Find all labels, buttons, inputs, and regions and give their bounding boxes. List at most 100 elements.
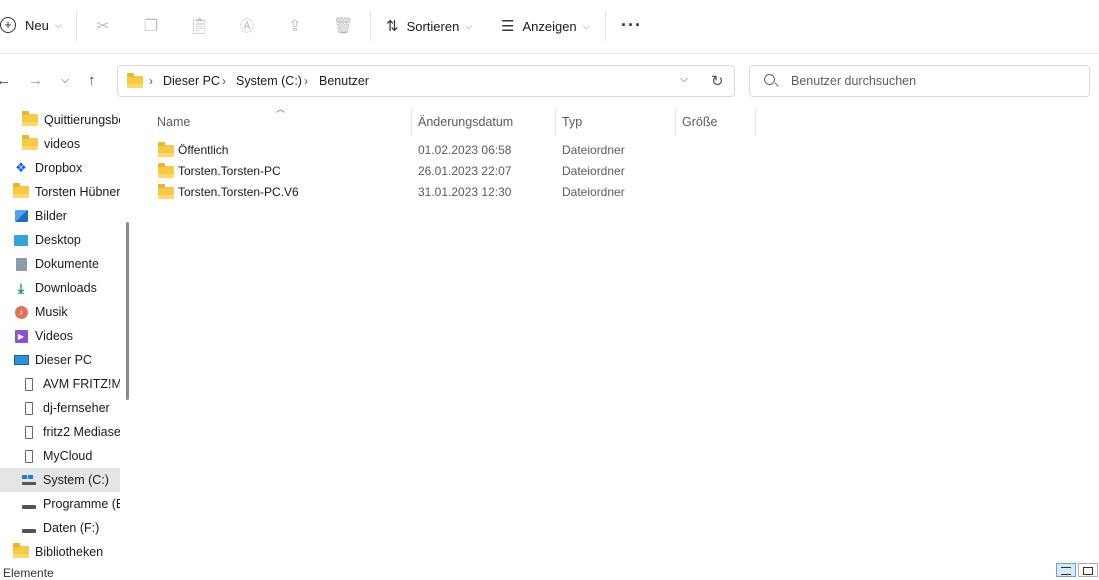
table-row[interactable]: Öffentlich 01.02.2023 06:58 Dateiordner	[135, 140, 1099, 161]
file-type: Dateiordner	[562, 143, 625, 157]
new-button[interactable]: + Neu ⌵	[0, 17, 62, 33]
view-button[interactable]: ☰ Anzeigen ⌵	[501, 17, 590, 35]
file-name: Torsten.Torsten-PC	[178, 164, 281, 178]
sidebar-item-torsten-huebner[interactable]: Torsten Hübner	[0, 180, 120, 204]
sidebar-item-videos-folder[interactable]: videos	[0, 132, 120, 156]
more-dots-icon: ···	[621, 15, 642, 35]
sidebar-item-label: Torsten Hübner	[35, 185, 120, 199]
scissors-icon: ✂	[96, 18, 110, 35]
table-row[interactable]: Torsten.Torsten-PC.V6 31.01.2023 12:30 D…	[135, 182, 1099, 203]
paste-button[interactable]: 📋︎	[189, 16, 209, 36]
address-dropdown-chevron-icon[interactable]: ⌵	[680, 73, 688, 86]
sidebar-item-label: Videos	[35, 329, 73, 343]
sidebar-item-dropbox[interactable]: ❖ Dropbox	[0, 156, 120, 180]
file-type: Dateiordner	[562, 185, 625, 199]
sort-arrows-icon: ⇅	[386, 18, 399, 35]
sidebar-item-label: Musik	[35, 305, 68, 319]
column-divider[interactable]	[411, 108, 412, 136]
toolbar-divider	[605, 11, 606, 41]
music-icon: ♪	[13, 304, 29, 320]
breadcrumb-system-c[interactable]: System (C:)	[236, 74, 302, 88]
sidebar-item-label: dj-fernseher	[43, 401, 110, 415]
copy-button[interactable]: ❐	[141, 16, 161, 36]
details-view-icon	[1061, 567, 1071, 575]
sort-label: Sortieren	[406, 18, 460, 34]
forward-arrow-icon[interactable]: →	[28, 72, 43, 89]
column-divider[interactable]	[555, 108, 556, 136]
sort-button[interactable]: ⇅ Sortieren ⌵	[386, 17, 472, 35]
sidebar-item-bilder[interactable]: Bilder	[0, 204, 120, 228]
sidebar-item-avm-fritz[interactable]: AVM FRITZ!Me	[0, 372, 120, 396]
folder-icon	[13, 543, 29, 560]
sidebar-item-programme[interactable]: Programme (E	[0, 492, 120, 516]
column-divider[interactable]	[675, 108, 676, 136]
sidebar-item-fritz2-mediaserver[interactable]: fritz2 Mediaser	[0, 420, 120, 444]
folder-icon	[158, 184, 174, 199]
sidebar-item-musik[interactable]: ♪ Musik	[0, 300, 120, 324]
navigation-pane: Quittierungsbe videos ❖ Dropbox Torsten …	[0, 108, 120, 568]
search-icon-handle	[774, 82, 779, 87]
tiles-view-button[interactable]	[1078, 563, 1098, 577]
new-label: Neu	[25, 17, 49, 33]
videos-icon: ▶	[13, 328, 29, 344]
sidebar-item-desktop[interactable]: Desktop	[0, 228, 120, 252]
folder-icon	[22, 135, 38, 152]
chevron-down-icon: ⌵	[465, 20, 473, 31]
chevron-down-icon: ⌵	[582, 20, 590, 31]
breadcrumb-dieser-pc[interactable]: Dieser PC	[163, 74, 220, 88]
column-divider[interactable]	[755, 108, 756, 136]
column-header-name[interactable]: Name	[157, 108, 190, 136]
file-name: Öffentlich	[178, 143, 229, 157]
up-arrow-icon[interactable]: ↑	[88, 72, 96, 89]
delete-button[interactable]: 🗑︎	[333, 16, 353, 36]
sidebar-item-label: MyCloud	[43, 449, 93, 463]
column-header-type[interactable]: Typ	[562, 108, 582, 136]
table-row[interactable]: Torsten.Torsten-PC 26.01.2023 22:07 Date…	[135, 161, 1099, 182]
sidebar-item-dokumente[interactable]: Dokumente	[0, 252, 120, 276]
sidebar-item-system-c[interactable]: System (C:)	[0, 468, 120, 492]
refresh-icon[interactable]: ↻	[711, 72, 724, 90]
file-name: Torsten.Torsten-PC.V6	[178, 185, 299, 199]
tiles-view-icon	[1083, 567, 1093, 575]
cut-button[interactable]: ✂	[93, 16, 113, 36]
sidebar-item-daten-f[interactable]: Daten (F:)	[0, 516, 120, 540]
sidebar-item-label: Daten (F:)	[43, 521, 100, 535]
sidebar-item-dieser-pc[interactable]: Dieser PC	[0, 348, 120, 372]
more-options-button[interactable]: ···	[621, 15, 642, 36]
address-bar[interactable]: › Dieser PC › System (C:) › Benutzer ⌵ ↻	[117, 65, 735, 97]
sidebar-item-label: System (C:)	[43, 473, 109, 487]
rename-icon: Ⓐ	[240, 18, 254, 34]
sidebar-item-dj-fernseher[interactable]: dj-fernseher	[0, 396, 120, 420]
breadcrumb-benutzer[interactable]: Benutzer	[319, 74, 369, 88]
breadcrumb-separator-icon: ›	[304, 74, 308, 88]
drive-icon	[21, 496, 37, 512]
details-view-button[interactable]	[1056, 563, 1076, 577]
back-arrow-icon[interactable]: ←	[0, 72, 11, 89]
search-box[interactable]: Benutzer durchsuchen	[749, 65, 1090, 97]
sidebar-item-downloads[interactable]: ⤓ Downloads	[0, 276, 120, 300]
sidebar-item-label: Downloads	[35, 281, 97, 295]
windows-drive-icon	[21, 472, 37, 488]
sidebar-scrollbar[interactable]	[126, 222, 129, 400]
rename-button[interactable]: Ⓐ	[237, 16, 257, 36]
clipboard-icon: 📋︎	[189, 18, 210, 35]
share-button[interactable]: ⇪	[285, 16, 305, 36]
media-server-icon	[21, 376, 37, 392]
file-type: Dateiordner	[562, 164, 625, 178]
search-placeholder[interactable]: Benutzer durchsuchen	[791, 74, 916, 88]
share-icon: ⇪	[288, 18, 302, 35]
column-header-date[interactable]: Änderungsdatum	[418, 108, 513, 136]
sidebar-item-quittierungsbe[interactable]: Quittierungsbe	[0, 108, 120, 132]
sidebar-item-mycloud[interactable]: MyCloud	[0, 444, 120, 468]
sidebar-item-bibliotheken[interactable]: Bibliotheken	[0, 540, 120, 564]
folder-icon	[158, 163, 174, 178]
sort-ascending-icon: ︿	[276, 104, 286, 114]
documents-icon	[13, 256, 29, 272]
column-header-size[interactable]: Größe	[682, 108, 717, 136]
chevron-down-icon: ⌵	[54, 19, 62, 30]
folder-icon	[22, 111, 38, 128]
sidebar-item-videos[interactable]: ▶ Videos	[0, 324, 120, 348]
desktop-icon	[13, 232, 29, 248]
recent-locations-chevron-icon[interactable]: ⌵	[61, 74, 69, 87]
view-label: Anzeigen	[522, 18, 577, 34]
